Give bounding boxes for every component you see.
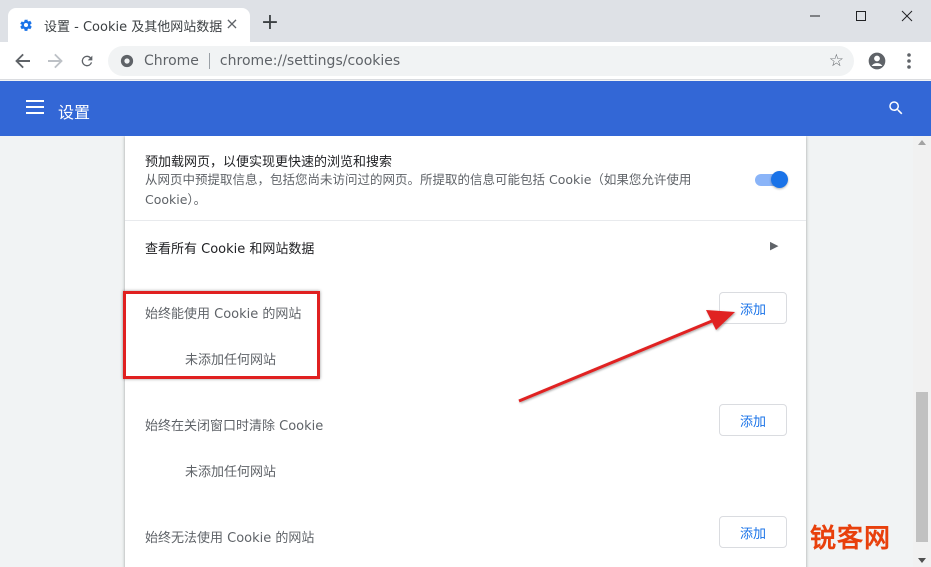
clear-on-exit-add-button[interactable]: 添加 [719, 404, 787, 436]
watermark-logo: 锐客网 [810, 524, 892, 554]
search-icon[interactable] [887, 99, 905, 117]
menu-button[interactable] [896, 48, 922, 74]
page-scrollbar[interactable] [913, 136, 931, 567]
block-section-title: 始终无法使用 Cookie 的网站 [145, 531, 315, 546]
tab-title: 设置 - Cookie 及其他网站数据 [44, 19, 223, 35]
profile-button[interactable] [864, 48, 890, 74]
minimize-icon [810, 15, 820, 17]
forward-arrow-icon [48, 53, 63, 69]
chevron-right-icon[interactable]: ▶ [770, 239, 778, 252]
divider [125, 220, 806, 221]
close-icon [901, 10, 913, 22]
bookmark-star-icon[interactable]: ☆ [829, 51, 844, 71]
scrollbar-thumb[interactable] [916, 392, 928, 542]
hamburger-menu-icon[interactable] [26, 100, 44, 114]
forward-button[interactable] [42, 48, 68, 74]
toggle-knob [771, 171, 788, 188]
address-bar[interactable]: Chrome chrome://settings/cookies ☆ [108, 46, 854, 76]
tab-settings[interactable]: 设置 - Cookie 及其他网站数据 × [8, 8, 250, 42]
back-arrow-icon [15, 53, 30, 69]
tab-close-icon[interactable]: × [224, 16, 240, 33]
reload-icon [81, 55, 93, 67]
settings-header: 设置 [0, 81, 931, 136]
page-title: 设置 [58, 103, 91, 122]
site-chip: Chrome [144, 53, 199, 69]
maximize-button[interactable] [838, 0, 884, 32]
minimize-button[interactable] [792, 0, 838, 32]
preload-toggle[interactable] [755, 171, 788, 188]
url-text[interactable]: chrome://settings/cookies [220, 53, 400, 69]
maximize-icon [856, 11, 866, 21]
close-window-button[interactable] [884, 0, 930, 32]
more-vert-icon [907, 53, 911, 69]
new-tab-button[interactable]: + [258, 12, 282, 36]
clear-on-exit-empty-text: 未添加任何网站 [185, 465, 277, 480]
omnibox-separator [208, 53, 210, 69]
clear-on-exit-section-title: 始终在关闭窗口时清除 Cookie [145, 419, 324, 434]
preload-label: 预加载网页，以便实现更快速的浏览和搜索 [145, 155, 393, 170]
scroll-down-arrow-icon[interactable] [918, 558, 926, 563]
browser-toolbar: Chrome chrome://settings/cookies ☆ [0, 42, 931, 80]
red-highlight-box [123, 291, 320, 379]
back-button[interactable] [10, 48, 36, 74]
title-bar: 设置 - Cookie 及其他网站数据 × + [0, 0, 931, 42]
block-add-button[interactable]: 添加 [719, 516, 787, 548]
preload-description: 从网页中预提取信息，包括您尚未访问过的网页。所提取的信息可能包括 Cookie（… [145, 172, 692, 207]
account-icon [868, 52, 886, 70]
chrome-site-icon [120, 54, 134, 68]
scroll-up-arrow-icon[interactable] [918, 140, 926, 145]
settings-gear-icon [18, 17, 34, 33]
see-all-cookies-link[interactable]: 查看所有 Cookie 和网站数据 [145, 238, 314, 257]
allow-add-button[interactable]: 添加 [719, 292, 787, 324]
reload-button[interactable] [74, 48, 100, 74]
